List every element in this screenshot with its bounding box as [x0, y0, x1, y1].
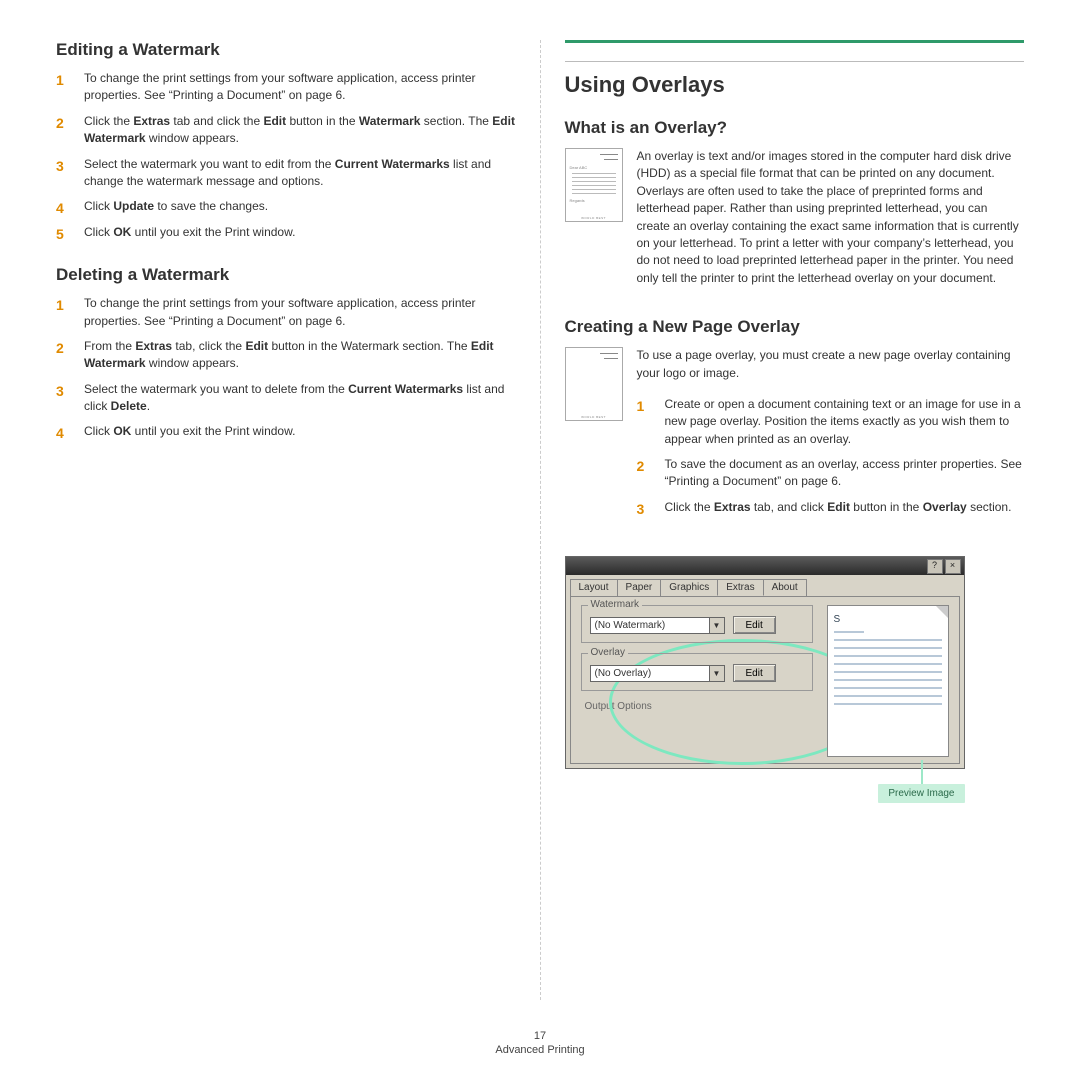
help-button[interactable]: ?: [927, 559, 943, 574]
paragraph-overlay-intro: An overlay is text and/or images stored …: [637, 148, 1025, 287]
dialog-panel: Watermark (No Watermark) ▼ Edit Overlay …: [570, 596, 960, 764]
step: Select the watermark you want to edit fr…: [56, 156, 516, 191]
dialog-tabs: Layout Paper Graphics Extras About: [566, 575, 964, 596]
thumbnail-blank-page-icon: WORLD BEST: [565, 347, 623, 421]
step: Click OK until you exit the Print window…: [56, 423, 516, 440]
section-rule-gray: [565, 61, 1025, 62]
output-options-label: Output Options: [585, 701, 813, 712]
tab-paper[interactable]: Paper: [617, 579, 662, 596]
tab-extras[interactable]: Extras: [717, 579, 763, 596]
step: Click the Extras tab and click the Edit …: [56, 113, 516, 148]
step: Click Update to save the changes.: [56, 198, 516, 215]
left-column: Editing a Watermark To change the print …: [40, 40, 541, 1000]
step: Create or open a document containing tex…: [637, 396, 1025, 448]
preview-letter: S: [828, 614, 948, 625]
legend-overlay: Overlay: [588, 647, 628, 658]
step: To change the print settings from your s…: [56, 70, 516, 105]
right-column: Using Overlays What is an Overlay? Dear …: [541, 40, 1041, 1000]
callout-preview-image: Preview Image: [878, 784, 964, 803]
overlay-intro-row: Dear ABC Regards WORLD BEST An overlay i…: [565, 148, 1025, 301]
chevron-down-icon[interactable]: ▼: [710, 665, 725, 682]
overlay-edit-button[interactable]: Edit: [733, 664, 776, 682]
heading-what-is-overlay: What is an Overlay?: [565, 118, 1025, 138]
page-container: Editing a Watermark To change the print …: [0, 0, 1080, 1000]
steps-deleting-watermark: To change the print settings from your s…: [56, 295, 516, 441]
close-button[interactable]: ×: [945, 559, 961, 574]
paragraph-creating-overlay: To use a page overlay, you must create a…: [637, 347, 1025, 382]
section-rule-green: [565, 40, 1025, 43]
steps-creating-overlay: Create or open a document containing tex…: [637, 396, 1025, 516]
watermark-edit-button[interactable]: Edit: [733, 616, 776, 634]
footer-label: Advanced Printing: [495, 1044, 584, 1056]
creating-overlay-row: WORLD BEST To use a page overlay, you mu…: [565, 347, 1025, 540]
callout-line: [921, 760, 923, 784]
chevron-down-icon[interactable]: ▼: [710, 617, 725, 634]
thumb-footer: WORLD BEST: [566, 216, 622, 220]
fieldset-watermark: Watermark (No Watermark) ▼ Edit: [581, 605, 813, 643]
heading-deleting-watermark: Deleting a Watermark: [56, 265, 516, 285]
printer-properties-dialog: ? × Layout Paper Graphics Extras About W…: [565, 556, 965, 769]
step: To change the print settings from your s…: [56, 295, 516, 330]
heading-using-overlays: Using Overlays: [565, 72, 1025, 98]
fieldset-overlay: Overlay (No Overlay) ▼ Edit: [581, 653, 813, 691]
watermark-combo[interactable]: (No Watermark): [590, 617, 710, 634]
legend-watermark: Watermark: [588, 599, 643, 610]
thumb-text: Dear ABC: [570, 165, 618, 170]
tab-layout[interactable]: Layout: [570, 579, 618, 596]
overlay-combo[interactable]: (No Overlay): [590, 665, 710, 682]
tab-graphics[interactable]: Graphics: [660, 579, 718, 596]
preview-pane: S: [827, 605, 949, 757]
tab-about[interactable]: About: [763, 579, 807, 596]
step: From the Extras tab, click the Edit butt…: [56, 338, 516, 373]
page-footer: 17 Advanced Printing: [0, 1030, 1080, 1056]
step: Select the watermark you want to delete …: [56, 381, 516, 416]
step: Click the Extras tab, and click Edit but…: [637, 499, 1025, 516]
dialog-titlebar: ? ×: [566, 557, 964, 575]
heading-editing-watermark: Editing a Watermark: [56, 40, 516, 60]
steps-editing-watermark: To change the print settings from your s…: [56, 70, 516, 241]
heading-creating-overlay: Creating a New Page Overlay: [565, 317, 1025, 337]
thumbnail-letterhead-icon: Dear ABC Regards WORLD BEST: [565, 148, 623, 222]
step: To save the document as an overlay, acce…: [637, 456, 1025, 491]
step: Click OK until you exit the Print window…: [56, 224, 516, 241]
thumb-footer: WORLD BEST: [566, 415, 622, 419]
page-number: 17: [0, 1030, 1080, 1042]
